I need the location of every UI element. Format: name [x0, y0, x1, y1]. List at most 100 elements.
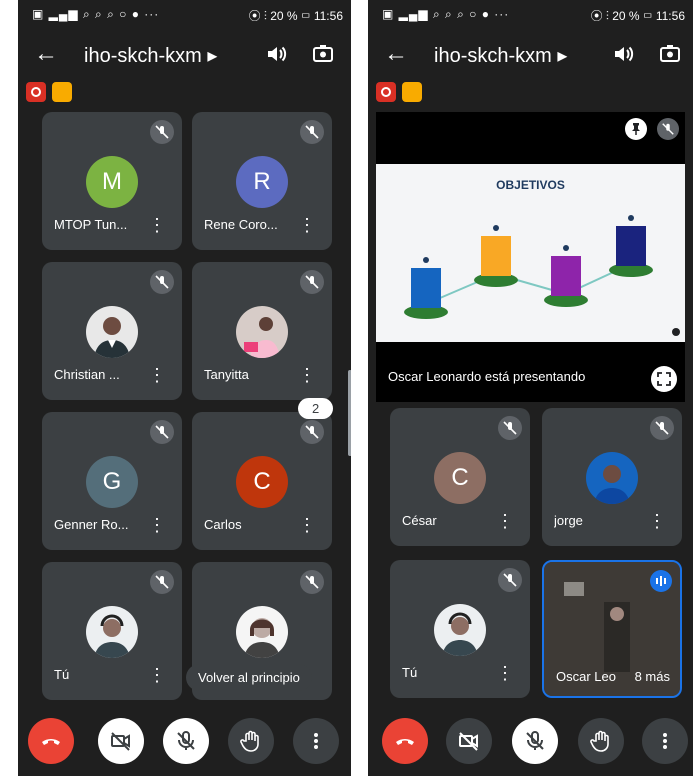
more-participants-label[interactable]: 8 más — [635, 669, 670, 684]
end-call-button[interactable] — [28, 718, 74, 764]
pin-icon[interactable] — [625, 118, 647, 140]
avatar: M — [86, 156, 138, 208]
avatar: C — [434, 452, 486, 504]
more-options-icon[interactable]: ⋮ — [648, 512, 666, 530]
call-controls — [368, 716, 693, 772]
camera-off-button[interactable] — [98, 718, 144, 764]
meeting-code[interactable]: iho-skch-kxm ▸ — [434, 43, 567, 68]
avatar-photo — [586, 452, 638, 504]
status-right: ⦿ ⫶ 20 % ▭ 11:56 — [248, 9, 343, 23]
mic-off-icon — [300, 420, 324, 444]
mic-off-button[interactable] — [512, 718, 558, 764]
speaking-indicator-icon — [650, 570, 672, 592]
avatar-photo — [86, 306, 138, 358]
participant-name: MTOP Tun... — [54, 217, 128, 232]
more-options-icon[interactable]: ⋮ — [148, 216, 166, 234]
participant-name: Christian ... — [54, 367, 120, 382]
more-options-icon[interactable]: ⋮ — [148, 366, 166, 384]
switch-camera-icon[interactable] — [658, 42, 682, 66]
mic-off-icon — [300, 270, 324, 294]
status-right: ⦿ ⫶ 20 % ▭ 11:56 — [590, 9, 685, 23]
mic-off-icon — [150, 420, 174, 444]
mic-off-button[interactable] — [163, 718, 209, 764]
more-options-icon[interactable]: ⋮ — [148, 666, 166, 684]
mic-off-icon — [150, 570, 174, 594]
participant-name: Tú — [402, 665, 418, 680]
more-options-icon[interactable]: ⋮ — [496, 664, 514, 682]
avatar-photo — [236, 606, 288, 658]
raise-hand-button[interactable] — [578, 718, 624, 764]
slide: OBJETIVOS — [376, 164, 685, 342]
participant-name: Carlos — [204, 517, 242, 532]
more-options-icon[interactable]: ⋮ — [298, 516, 316, 534]
more-options-icon[interactable]: ⋮ — [148, 516, 166, 534]
speaker-icon[interactable] — [612, 42, 636, 66]
avatar: C — [236, 456, 288, 508]
mic-off-icon — [300, 120, 324, 144]
participant-name: Tanyitta — [204, 367, 249, 382]
mic-off-icon — [498, 416, 522, 440]
back-to-top-button[interactable]: Volver al principio — [186, 664, 312, 691]
left-screenshot: ▣ ▂▄▆ ⌕ ⌕ ⌕ ○ ● ··· ⦿ ⫶ 20 % ▭ 11:56 ← i… — [18, 0, 351, 776]
more-options-button[interactable] — [642, 718, 688, 764]
participant-tile[interactable]: G Genner Ro... ⋮ — [42, 412, 182, 550]
recording-icon — [376, 82, 396, 102]
participant-tile[interactable]: Tanyitta ⋮ — [192, 262, 332, 400]
scrollbar[interactable] — [348, 370, 351, 456]
participant-tile-speaking[interactable]: Oscar Leo 8 más — [542, 560, 682, 698]
switch-camera-icon[interactable] — [311, 42, 335, 66]
participant-name: Genner Ro... — [54, 517, 129, 532]
status-left: ▣ ▂▄▆ ⌕ ⌕ ⌕ ○ ● ··· — [32, 7, 160, 21]
mic-off-icon — [498, 568, 522, 592]
participant-name: Oscar Leo — [556, 669, 616, 684]
slide-graphic — [404, 215, 680, 336]
more-options-button[interactable] — [293, 718, 339, 764]
participant-tile[interactable]: Tú ⋮ — [42, 562, 182, 700]
raise-hand-button[interactable] — [228, 718, 274, 764]
mic-off-icon — [150, 120, 174, 144]
right-screenshot: ▣ ▂▄▆ ⌕ ⌕ ⌕ ○ ● ··· ⦿ ⫶ 20 % ▭ 11:56 ← i… — [368, 0, 693, 776]
more-options-icon[interactable]: ⋮ — [298, 366, 316, 384]
camera-off-button[interactable] — [446, 718, 492, 764]
status-bar: ▣ ▂▄▆ ⌕ ⌕ ⌕ ○ ● ··· ⦿ ⫶ 20 % ▭ 11:56 — [18, 4, 351, 24]
participant-tile[interactable]: jorge ⋮ — [542, 408, 682, 546]
participant-tile[interactable]: Christian ... ⋮ — [42, 262, 182, 400]
participant-tile[interactable]: C Carlos ⋮ — [192, 412, 332, 550]
participant-name: César — [402, 513, 437, 528]
status-bar: ▣ ▂▄▆ ⌕ ⌕ ⌕ ○ ● ··· ⦿ ⫶ 20 % ▭ 11:56 — [368, 4, 693, 24]
participant-tile[interactable]: R Rene Coro... ⋮ — [192, 112, 332, 250]
meeting-code[interactable]: iho-skch-kxm ▸ — [84, 43, 217, 68]
back-arrow-icon[interactable]: ← — [384, 40, 408, 68]
captions-icon — [402, 82, 422, 102]
avatar: G — [86, 456, 138, 508]
top-bar: ← iho-skch-kxm ▸ — [18, 34, 351, 74]
fullscreen-icon[interactable] — [651, 366, 677, 392]
mic-off-icon — [650, 416, 674, 440]
avatar-photo — [86, 606, 138, 658]
status-left: ▣ ▂▄▆ ⌕ ⌕ ⌕ ○ ● ··· — [382, 7, 510, 21]
mic-off-icon — [150, 270, 174, 294]
recording-icon — [26, 82, 46, 102]
participant-tile[interactable]: M MTOP Tun... ⋮ — [42, 112, 182, 250]
mic-off-icon — [300, 570, 324, 594]
presenting-caption: Oscar Leonardo está presentando — [388, 369, 586, 384]
speaker-icon[interactable] — [265, 42, 289, 66]
top-bar: ← iho-skch-kxm ▸ — [368, 34, 693, 74]
page-indicator: 2 — [298, 398, 334, 419]
participant-tile[interactable]: C César ⋮ — [390, 408, 530, 546]
avatar: R — [236, 156, 288, 208]
avatar-photo — [236, 306, 288, 358]
participant-name: Tú — [54, 667, 70, 682]
back-arrow-icon[interactable]: ← — [34, 40, 58, 68]
call-controls — [18, 716, 351, 772]
more-options-icon[interactable]: ⋮ — [496, 512, 514, 530]
captions-icon — [52, 82, 72, 102]
participant-tile[interactable]: Tú ⋮ — [390, 560, 530, 698]
mic-off-icon — [657, 118, 679, 140]
more-options-icon[interactable]: ⋮ — [298, 216, 316, 234]
end-call-button[interactable] — [382, 718, 428, 764]
participant-name: jorge — [554, 513, 583, 528]
participant-name: Rene Coro... — [204, 217, 278, 232]
avatar-photo — [434, 604, 486, 656]
presentation-area[interactable]: OBJETIVOS Oscar Leonardo está presentand… — [376, 112, 685, 402]
